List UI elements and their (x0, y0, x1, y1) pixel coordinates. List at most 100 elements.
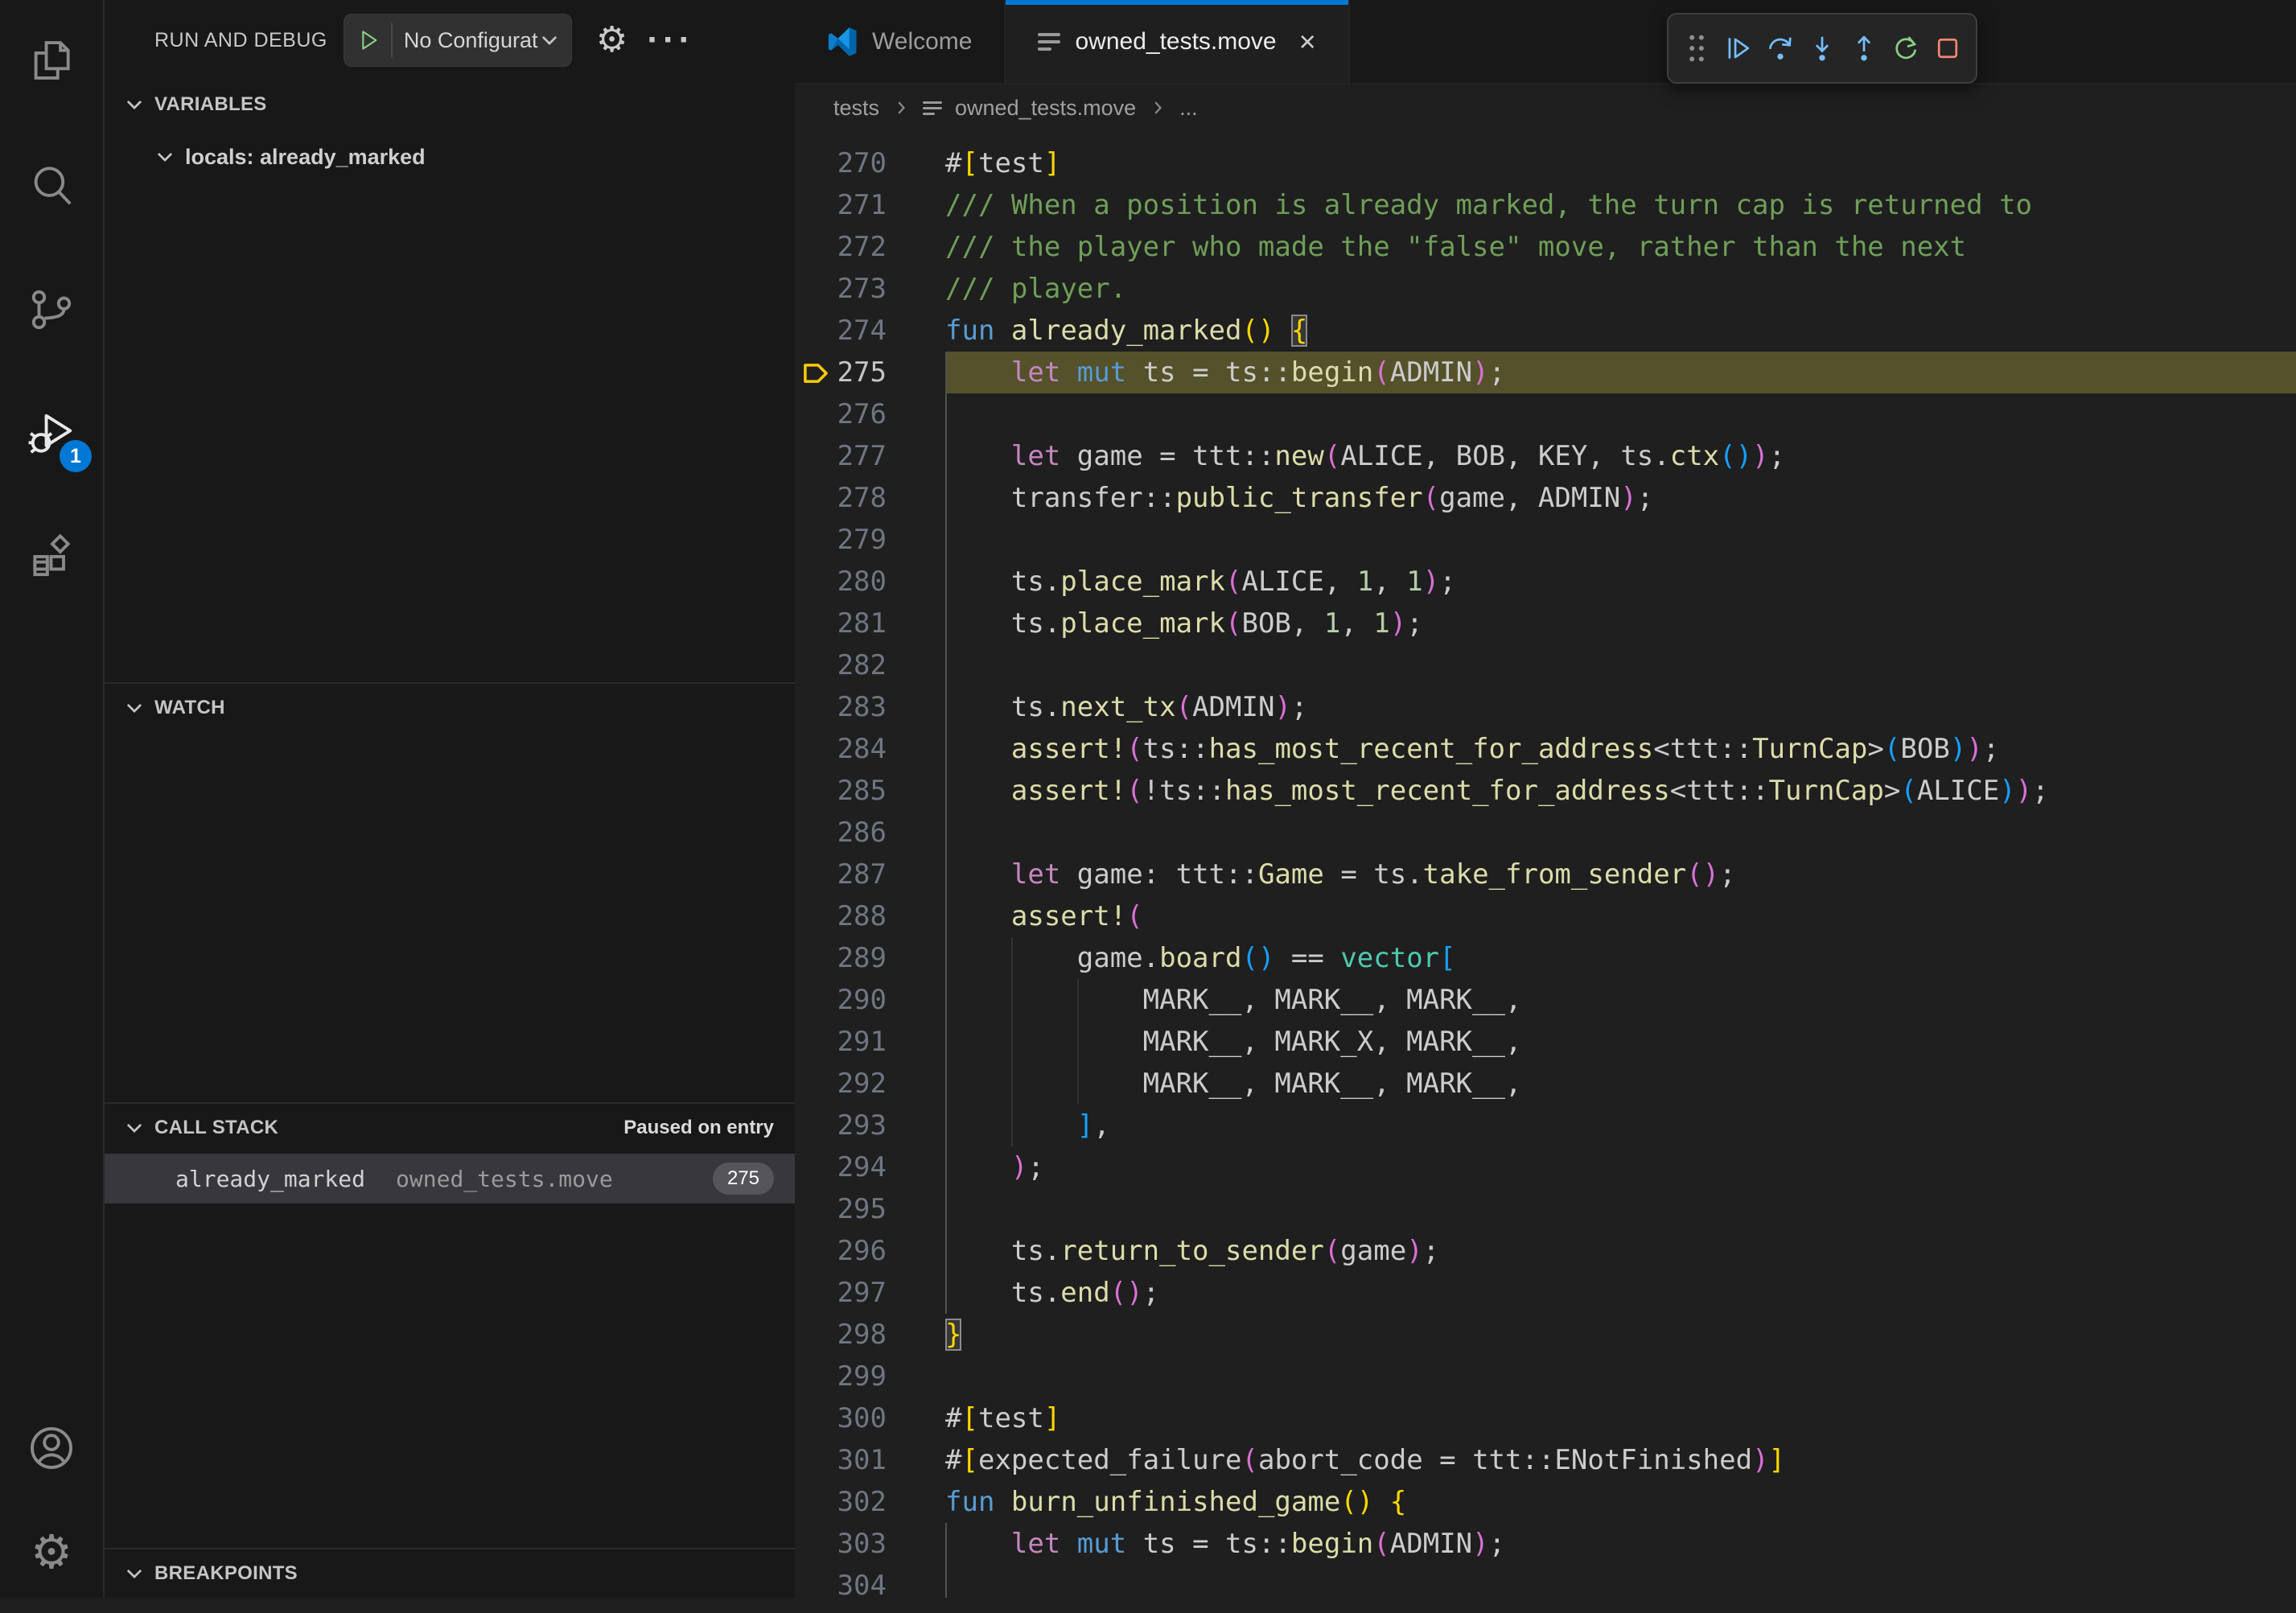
search-icon[interactable] (0, 125, 103, 245)
step-over-button[interactable] (1762, 23, 1799, 74)
source-control-icon[interactable] (0, 249, 103, 370)
gutter[interactable]: 290 (795, 979, 945, 1021)
code-line-287[interactable]: 287 let game: ttt::Game = ts.take_from_s… (795, 854, 2296, 895)
code-line-275[interactable]: 275 let mut ts = ts::begin(ADMIN); (795, 352, 2296, 393)
code-line-271[interactable]: 271/// When a position is already marked… (795, 184, 2296, 226)
code-text[interactable] (945, 519, 2296, 561)
code-text[interactable]: ], (945, 1105, 2296, 1146)
code-text[interactable]: /// the player who made the "false" move… (945, 226, 2296, 268)
gutter[interactable]: 273 (795, 268, 945, 310)
code-text[interactable]: ts.place_mark(BOB, 1, 1); (945, 603, 2296, 644)
settings-gear-icon[interactable]: ⚙ (0, 1492, 103, 1613)
variables-section-header[interactable]: VARIABLES (105, 80, 795, 129)
gutter[interactable]: 297 (795, 1272, 945, 1314)
code-line-285[interactable]: 285 assert!(!ts::has_most_recent_for_add… (795, 770, 2296, 812)
code-line-295[interactable]: 295 (795, 1188, 2296, 1230)
stop-button[interactable] (1929, 23, 1966, 74)
tab-owned-tests-move[interactable]: owned_tests.move × (1006, 0, 1349, 83)
code-line-304[interactable]: 304 (795, 1565, 2296, 1598)
code-text[interactable]: let game: ttt::Game = ts.take_from_sende… (945, 854, 2296, 895)
breadcrumb-folder[interactable]: tests (833, 96, 879, 121)
code-line-281[interactable]: 281 ts.place_mark(BOB, 1, 1); (795, 603, 2296, 644)
extensions-icon[interactable] (0, 499, 103, 619)
code-line-292[interactable]: 292 MARK__, MARK__, MARK__, (795, 1063, 2296, 1105)
gutter[interactable]: 284 (795, 728, 945, 770)
account-icon[interactable] (0, 1388, 103, 1508)
code-text[interactable]: transfer::public_transfer(game, ADMIN); (945, 477, 2296, 519)
gutter[interactable]: 271 (795, 184, 945, 226)
variables-scope-item[interactable]: locals: already_marked (105, 134, 795, 180)
gutter[interactable]: 278 (795, 477, 945, 519)
code-line-298[interactable]: 298} (795, 1314, 2296, 1356)
code-text[interactable] (945, 644, 2296, 686)
code-line-301[interactable]: 301#[expected_failure(abort_code = ttt::… (795, 1439, 2296, 1481)
code-line-278[interactable]: 278 transfer::public_transfer(game, ADMI… (795, 477, 2296, 519)
code-text[interactable]: /// player. (945, 268, 2296, 310)
gutter[interactable]: 298 (795, 1314, 945, 1356)
gutter[interactable]: 302 (795, 1481, 945, 1523)
more-actions-icon[interactable]: ··· (647, 31, 694, 49)
code-text[interactable] (945, 1188, 2296, 1230)
gutter[interactable]: 288 (795, 895, 945, 937)
gutter[interactable]: 281 (795, 603, 945, 644)
code-line-276[interactable]: 276 (795, 393, 2296, 435)
code-line-270[interactable]: 270#[test] (795, 142, 2296, 184)
gutter[interactable]: 295 (795, 1188, 945, 1230)
code-line-284[interactable]: 284 assert!(ts::has_most_recent_for_addr… (795, 728, 2296, 770)
code-line-280[interactable]: 280 ts.place_mark(ALICE, 1, 1); (795, 561, 2296, 603)
gutter[interactable]: 282 (795, 644, 945, 686)
code-line-297[interactable]: 297 ts.end(); (795, 1272, 2296, 1314)
step-into-button[interactable] (1804, 23, 1841, 74)
close-tab-icon[interactable]: × (1299, 27, 1316, 56)
code-line-294[interactable]: 294 ); (795, 1146, 2296, 1188)
code-text[interactable] (945, 812, 2296, 854)
code-line-286[interactable]: 286 (795, 812, 2296, 854)
gutter[interactable]: 299 (795, 1356, 945, 1397)
tab-welcome[interactable]: Welcome (795, 0, 1006, 83)
code-line-290[interactable]: 290 MARK__, MARK__, MARK__, (795, 979, 2296, 1021)
debug-config-dropdown[interactable]: No Configurations (344, 14, 572, 67)
gutter[interactable]: 276 (795, 393, 945, 435)
code-line-274[interactable]: 274fun already_marked() { (795, 310, 2296, 352)
gutter[interactable]: 304 (795, 1565, 945, 1598)
code-text[interactable]: #[test] (945, 142, 2296, 184)
explorer-icon[interactable] (0, 0, 103, 121)
code-text[interactable]: ts.place_mark(ALICE, 1, 1); (945, 561, 2296, 603)
breadcrumb-file[interactable]: owned_tests.move (955, 96, 1136, 121)
code-line-300[interactable]: 300#[test] (795, 1397, 2296, 1439)
code-text[interactable]: let mut ts = ts::begin(ADMIN); (945, 1523, 2296, 1565)
code-text[interactable] (945, 393, 2296, 435)
code-line-293[interactable]: 293 ], (795, 1105, 2296, 1146)
gutter[interactable]: 291 (795, 1021, 945, 1063)
code-text[interactable]: fun already_marked() { (945, 310, 2296, 352)
code-line-272[interactable]: 272/// the player who made the "false" m… (795, 226, 2296, 268)
code-line-273[interactable]: 273/// player. (795, 268, 2296, 310)
gutter[interactable]: 280 (795, 561, 945, 603)
code-text[interactable]: assert!(ts::has_most_recent_for_address<… (945, 728, 2296, 770)
step-out-button[interactable] (1845, 23, 1882, 74)
code-text[interactable] (945, 1356, 2296, 1397)
code-line-302[interactable]: 302fun burn_unfinished_game() { (795, 1481, 2296, 1523)
gutter[interactable]: 292 (795, 1063, 945, 1105)
code-line-289[interactable]: 289 game.board() == vector[ (795, 937, 2296, 979)
code-text[interactable]: } (945, 1314, 2296, 1356)
code-line-291[interactable]: 291 MARK__, MARK_X, MARK__, (795, 1021, 2296, 1063)
code-text[interactable]: let mut ts = ts::begin(ADMIN); (945, 352, 2296, 393)
code-text[interactable]: ts.next_tx(ADMIN); (945, 686, 2296, 728)
gutter[interactable]: 270 (795, 142, 945, 184)
code-text[interactable]: ); (945, 1146, 2296, 1188)
code-text[interactable]: let game = ttt::new(ALICE, BOB, KEY, ts.… (945, 435, 2296, 477)
gutter[interactable]: 279 (795, 519, 945, 561)
code-line-299[interactable]: 299 (795, 1356, 2296, 1397)
gutter[interactable]: 286 (795, 812, 945, 854)
code-text[interactable]: MARK__, MARK_X, MARK__, (945, 1021, 2296, 1063)
breadcrumb-symbol[interactable]: ... (1179, 96, 1198, 121)
gutter[interactable]: 285 (795, 770, 945, 812)
code-text[interactable]: assert!( (945, 895, 2296, 937)
gutter[interactable]: 274 (795, 310, 945, 352)
gutter[interactable]: 294 (795, 1146, 945, 1188)
restart-button[interactable] (1887, 23, 1924, 74)
gutter[interactable]: 277 (795, 435, 945, 477)
code-text[interactable]: assert!(!ts::has_most_recent_for_address… (945, 770, 2296, 812)
code-text[interactable] (945, 1565, 2296, 1598)
